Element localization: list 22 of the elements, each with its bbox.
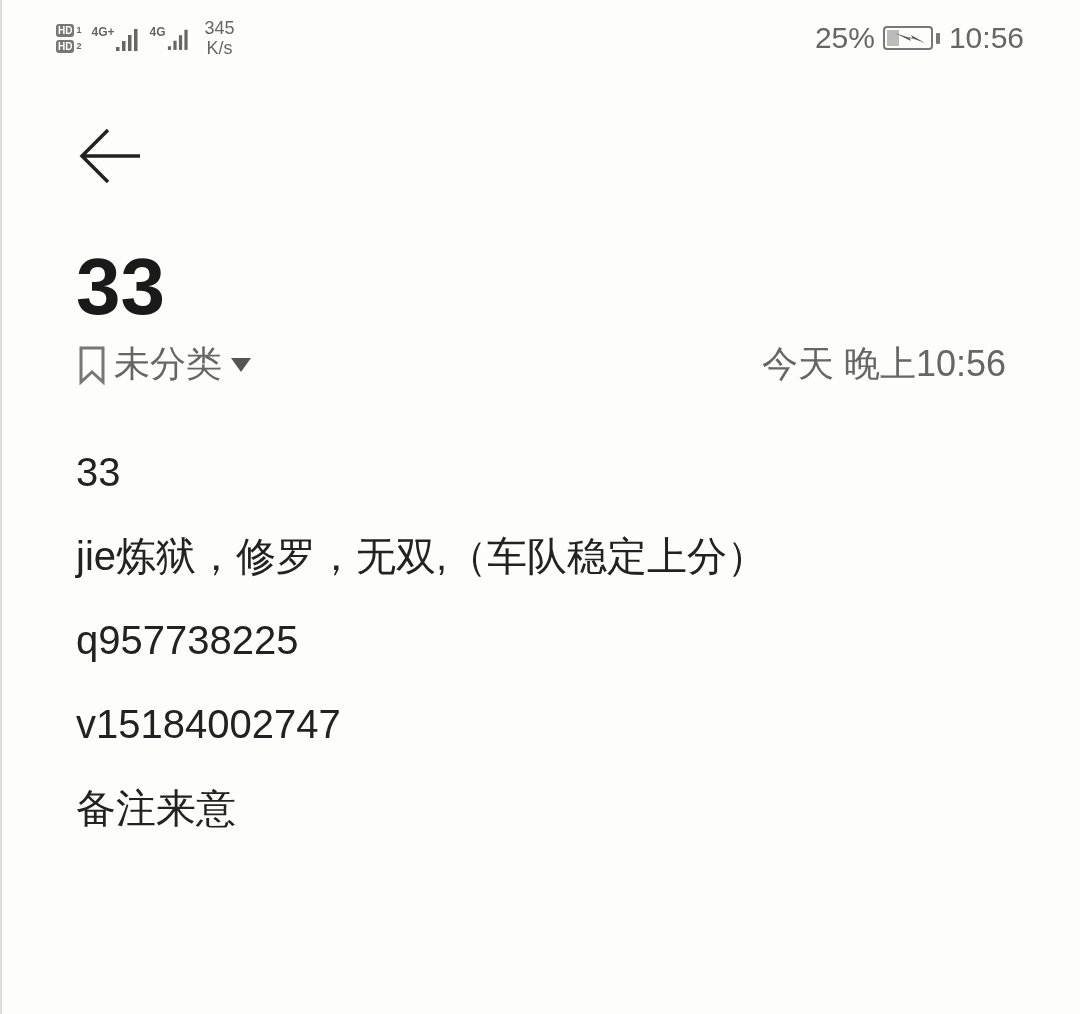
note-line: jie炼狱，修罗，无双,（车队稳定上分） <box>76 533 769 580</box>
hd-badge: HD <box>56 23 75 37</box>
dropdown-caret-icon[interactable] <box>230 356 252 373</box>
note-line: q957738225 <box>76 617 300 664</box>
network-type: 4G <box>149 25 166 39</box>
network-speed: 345 <box>204 18 235 38</box>
speed-unit: K/s <box>206 38 233 58</box>
note-line: v15184002747 <box>76 701 342 748</box>
clock: 10:56 <box>948 21 1024 55</box>
battery-percent: 25% <box>814 21 875 55</box>
bookmark-icon <box>78 344 106 385</box>
note-line: 33 <box>76 449 122 496</box>
sim-number: 1 <box>76 25 82 35</box>
network-type: 4G+ <box>91 25 115 39</box>
note-title: 33 <box>76 242 166 332</box>
back-arrow-icon[interactable] <box>78 126 142 186</box>
hd-badge: HD <box>56 39 75 53</box>
note-timestamp: 今天 晚上10:56 <box>761 342 1006 386</box>
category-label[interactable]: 未分类 <box>114 340 222 389</box>
sim-number: 2 <box>76 41 82 51</box>
note-line: 备注来意 <box>76 785 237 832</box>
battery-charging-icon <box>882 25 941 51</box>
